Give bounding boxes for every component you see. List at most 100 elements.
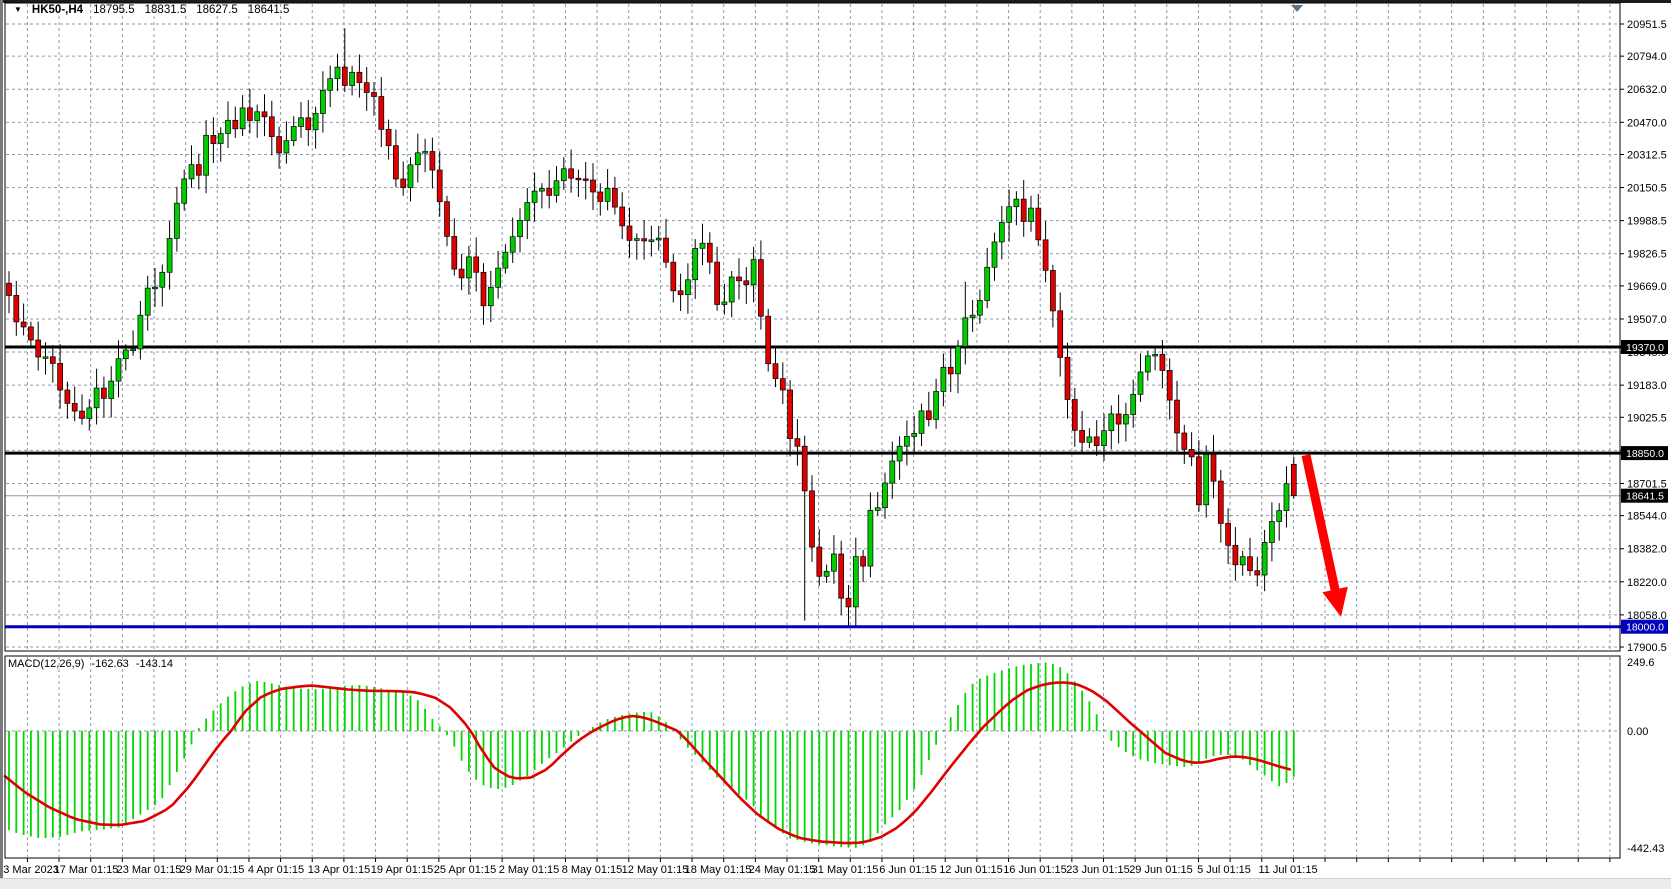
chevron-down-icon[interactable]: ▼ [14,6,22,14]
candle-body [889,460,896,484]
candle-body [305,117,312,131]
chart-shift-marker-icon [1291,5,1303,12]
candle-body [93,387,100,409]
candle-body [407,164,414,189]
candle-body [1057,310,1064,358]
candle-body [539,188,545,192]
macd-title: MACD(12,26,9) [8,658,85,670]
date-label: 2 May 01:15 [499,864,560,876]
candle-body [451,236,458,270]
price-tick-label: 20632.0 [1627,84,1667,96]
candle-body [663,237,669,263]
candle-body [1290,463,1297,497]
candle-body [268,116,275,137]
candle-body [736,276,742,282]
candle-body [232,119,239,130]
candle-body [239,107,246,130]
candle-body [429,151,436,171]
date-label: 4 Apr 01:15 [248,864,304,876]
candle-body [962,317,969,347]
macd-signal-value: -143.14 [135,658,174,670]
candle-body [334,66,341,80]
candle-body [385,128,392,147]
macd-axis-zero: 0.00 [1627,726,1649,738]
price-tick-label: 18701.5 [1627,478,1667,490]
candle-body [648,239,655,242]
date-label: 13 Apr 01:15 [308,864,370,876]
candle-body [1247,556,1253,572]
candle-body [341,66,348,86]
candle-body [480,271,487,307]
candle-body [641,238,647,242]
candle-body [181,178,188,204]
candle-body [794,438,801,447]
date-label: 16 Jun 01:15 [1003,864,1067,876]
candle-body [1261,542,1268,576]
candle-body [188,164,195,180]
candle-body [101,387,107,399]
candle-body [1188,449,1195,458]
candle-body [276,136,282,154]
candle-body [363,82,370,93]
candle-body [130,348,136,351]
candle-body [1013,198,1020,208]
candle-body [1115,413,1122,425]
price-tick-label: 20470.0 [1627,117,1667,129]
price-badge-label: 19370.0 [1626,342,1664,354]
candle-body [1028,207,1034,222]
candle-body [57,363,63,391]
price-tick-label: 20312.5 [1627,149,1667,161]
candle-body [144,287,151,316]
candle-body [984,266,991,301]
candle-body [685,279,691,296]
candle-body [619,206,626,227]
candle-body [524,202,531,221]
candle-body [444,201,450,237]
candle-body [49,356,56,364]
candle-body [568,168,574,179]
candle-body [1144,355,1151,373]
candle-body [1152,354,1158,357]
candle-body [918,410,925,434]
price-tick-label: 18382.0 [1627,544,1667,556]
candle-body [174,202,180,239]
candle-body [1137,371,1144,395]
candle-body [1123,414,1129,425]
candle-body [1130,393,1137,415]
candle-body [765,315,772,365]
candle-body [86,407,93,419]
candle-body [575,177,582,181]
date-label: 25 Apr 01:15 [434,864,496,876]
symbol-period-label: HK50-,H4 [31,4,84,16]
candle-body [466,256,472,279]
candle-body [422,151,428,154]
candle-body [1108,413,1115,432]
date-label: 29 Mar 01:15 [180,864,245,876]
candle-body [42,356,49,359]
price-tick-label: 19507.0 [1627,314,1667,326]
candle-body [393,145,399,180]
candle-body [502,251,509,269]
candle-body [969,314,976,319]
window-bottom-edge [0,878,1671,889]
candle-body [261,111,268,118]
candle-body [977,300,983,316]
macd-axis-max: 249.6 [1627,657,1655,669]
date-label: 12 Jun 01:15 [939,864,1003,876]
symbol-ohlc-header: ▼ HK50-,H4 18795.5 18831.5 18627.5 18641… [14,4,289,16]
candle-body [553,180,560,196]
candle-body [378,96,385,130]
candle-body [911,433,918,437]
candle-body [166,238,173,273]
candle-body [1269,521,1275,543]
candle-body [1181,432,1188,450]
candle-body [758,259,764,317]
candle-body [298,117,304,127]
date-label: 17 Mar 01:15 [54,864,119,876]
candle-body [933,391,939,420]
candle-body [699,242,706,249]
candle-body [1239,556,1246,566]
date-label: 23 Jun 01:15 [1066,864,1130,876]
date-label: 23 Mar 01:15 [117,864,182,876]
candle-body [320,89,326,114]
